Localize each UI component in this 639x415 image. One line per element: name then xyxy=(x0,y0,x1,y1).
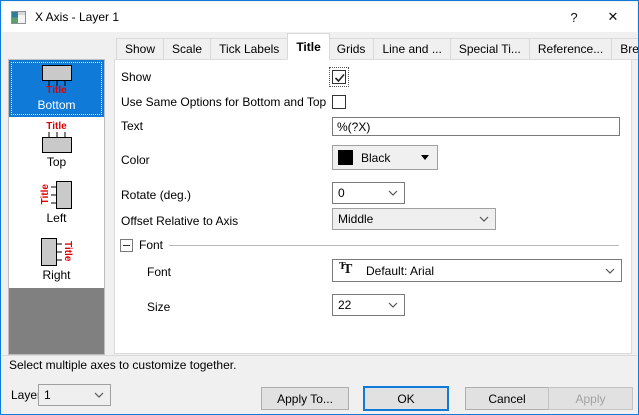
sidebar-item-label: Left xyxy=(46,211,66,225)
help-button[interactable]: ? xyxy=(557,2,591,32)
rotate-value: 0 xyxy=(333,186,388,200)
cancel-button[interactable]: Cancel xyxy=(465,387,549,410)
color-dropdown[interactable]: Black xyxy=(332,145,438,170)
size-combo[interactable]: 22 xyxy=(332,294,405,316)
icon-title-text: Title xyxy=(46,122,66,132)
sidebar-item-label: Top xyxy=(47,155,66,169)
collapse-font-icon[interactable] xyxy=(120,239,133,252)
tab-title[interactable]: Title xyxy=(287,33,329,60)
offset-value: Middle xyxy=(333,212,479,226)
rotate-combo[interactable]: 0 xyxy=(332,182,405,204)
status-text: Select multiple axes to customize togeth… xyxy=(9,358,236,372)
font-section-label: Font xyxy=(139,238,163,252)
text-label: Text xyxy=(121,118,143,134)
tab-line-and[interactable]: Line and ... xyxy=(374,38,450,60)
icon-title-text: Title xyxy=(46,86,66,96)
title-text-input[interactable] xyxy=(332,117,620,136)
color-label: Color xyxy=(121,152,150,168)
top-axis-icon: Title xyxy=(42,122,72,153)
sidebar-item-label: Bottom xyxy=(37,98,75,112)
check-icon xyxy=(333,71,347,85)
sidebar-item-label: Right xyxy=(42,268,70,282)
right-axis-icon: Title xyxy=(41,238,72,266)
rotate-label: Rotate (deg.) xyxy=(121,187,191,203)
size-label: Size xyxy=(147,299,170,315)
color-value: Black xyxy=(353,151,421,165)
layer-label: Layer xyxy=(11,388,41,402)
same-options-label: Use Same Options for Bottom and Top xyxy=(121,94,326,110)
tab-grids[interactable]: Grids xyxy=(329,38,375,60)
sidebar-item-bottom[interactable]: Title Bottom xyxy=(9,60,104,117)
show-checkbox[interactable] xyxy=(332,70,346,84)
tab-show[interactable]: Show xyxy=(116,38,164,60)
chevron-down-icon xyxy=(388,190,398,196)
font-label: Font xyxy=(147,264,171,280)
offset-dropdown[interactable]: Middle xyxy=(332,208,496,230)
app-icon xyxy=(11,11,26,24)
tab-breaks[interactable]: Breaks xyxy=(612,38,639,60)
show-label: Show xyxy=(121,69,151,85)
footer-divider xyxy=(2,355,637,356)
font-combo[interactable]: TT Default: Arial xyxy=(332,259,622,282)
axis-dialog: X Axis - Layer 1 ? ✕ Show Scale Tick Lab… xyxy=(0,0,639,415)
tab-tick-labels[interactable]: Tick Labels xyxy=(211,38,288,60)
chevron-down-icon xyxy=(388,302,398,308)
same-options-checkbox[interactable] xyxy=(332,95,346,109)
tab-strip: Show Scale Tick Labels Title Grids Line … xyxy=(2,32,637,60)
title-tab-page: Show Use Same Options for Bottom and Top… xyxy=(114,59,632,354)
chevron-down-icon xyxy=(605,268,615,274)
size-value: 22 xyxy=(333,298,388,312)
offset-label: Offset Relative to Axis xyxy=(121,213,238,229)
layer-dropdown[interactable]: 1 xyxy=(38,384,111,406)
sidebar-item-left[interactable]: Title Left xyxy=(9,174,104,231)
dropdown-arrow-icon xyxy=(421,155,429,160)
tab-special-ticks[interactable]: Special Ti... xyxy=(451,38,530,60)
chevron-down-icon xyxy=(479,216,489,222)
chevron-down-icon xyxy=(94,392,104,398)
icon-title-text: Title xyxy=(41,184,51,204)
left-axis-icon: Title xyxy=(41,181,72,209)
tab-scale[interactable]: Scale xyxy=(164,38,211,60)
tab-reference[interactable]: Reference... xyxy=(530,38,612,60)
close-button[interactable]: ✕ xyxy=(591,2,635,32)
apply-to-button[interactable]: Apply To... xyxy=(261,387,349,410)
bottom-axis-icon: Title xyxy=(42,65,72,96)
truetype-icon: TT xyxy=(339,262,356,279)
titlebar: X Axis - Layer 1 ? ✕ xyxy=(2,2,637,32)
ok-button[interactable]: OK xyxy=(363,386,449,411)
font-value: Default: Arial xyxy=(356,264,605,278)
window-title: X Axis - Layer 1 xyxy=(35,10,119,24)
color-swatch xyxy=(338,150,353,165)
layer-value: 1 xyxy=(39,388,94,402)
icon-title-text: Title xyxy=(62,241,72,261)
sidebar-item-right[interactable]: Title Right xyxy=(9,231,104,288)
apply-button[interactable]: Apply xyxy=(548,387,633,410)
sidebar-item-top[interactable]: Title Top xyxy=(9,117,104,174)
section-divider xyxy=(169,245,619,246)
axis-selector-list: Title Bottom Title Top Title xyxy=(8,59,105,355)
font-section-header: Font xyxy=(120,238,619,252)
